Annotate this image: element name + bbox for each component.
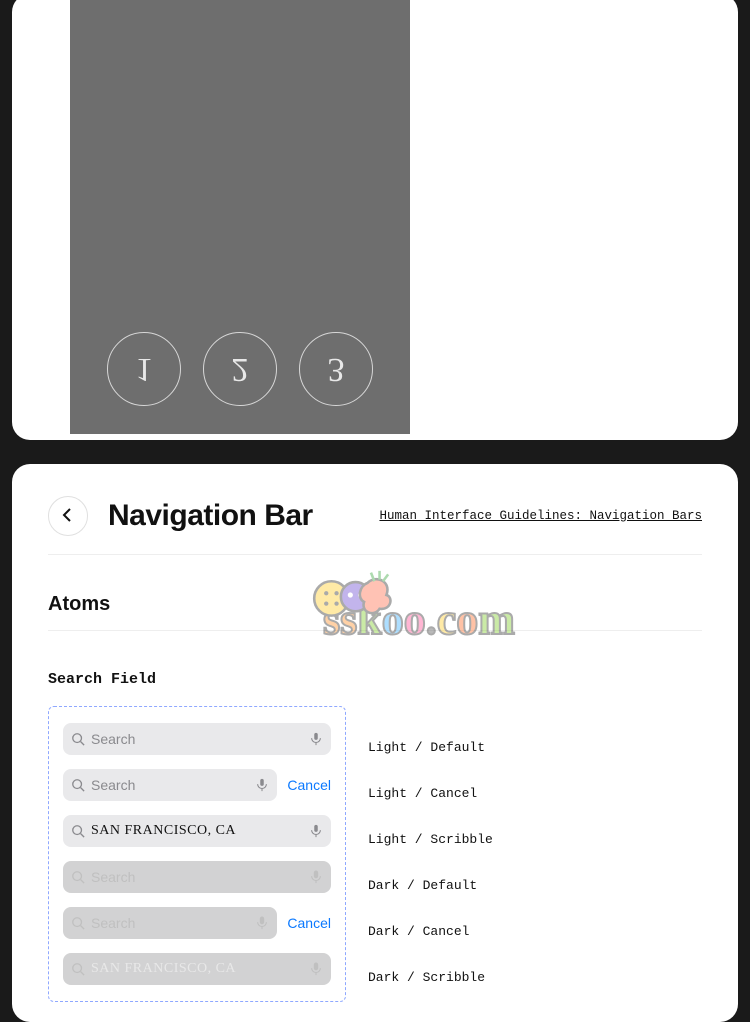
search-placeholder: Search xyxy=(91,869,303,885)
mic-icon[interactable] xyxy=(255,778,269,792)
device-preview-placeholder: 1 2 3 xyxy=(70,0,410,434)
mic-icon[interactable] xyxy=(309,824,323,838)
search-icon xyxy=(71,870,85,884)
search-field-light-cancel[interactable]: Search Cancel xyxy=(63,769,331,801)
variant-label: Dark / Scribble xyxy=(368,961,493,993)
mic-icon[interactable] xyxy=(309,732,323,746)
preview-card: 1 2 3 xyxy=(12,0,738,440)
search-icon xyxy=(71,962,85,976)
search-icon xyxy=(71,778,85,792)
search-scribble-value: SAN FRANCISCO, CA xyxy=(91,961,303,977)
search-field-light-scribble[interactable]: SAN FRANCISCO, CA xyxy=(63,815,331,847)
search-field-heading: Search Field xyxy=(48,671,702,688)
navigation-bar-card: Navigation Bar Human Interface Guideline… xyxy=(12,464,738,1022)
page-indicator: 1 xyxy=(107,332,181,406)
variant-label: Dark / Cancel xyxy=(368,915,493,947)
page-title: Navigation Bar xyxy=(108,499,313,533)
search-icon xyxy=(71,916,85,930)
back-button[interactable] xyxy=(48,496,88,536)
atoms-heading: Atoms xyxy=(48,593,702,631)
search-icon xyxy=(71,732,85,746)
page-indicator-row: 1 2 3 xyxy=(70,332,410,406)
page-indicator: 3 xyxy=(299,332,373,406)
section-header: Navigation Bar Human Interface Guideline… xyxy=(48,496,702,555)
variant-label: Dark / Default xyxy=(368,869,493,901)
mic-icon[interactable] xyxy=(309,870,323,884)
search-field-labels: Light / Default Light / Cancel Light / S… xyxy=(368,706,493,1002)
search-field-examples-container: Search Search Cancel SAN FRANCISCO, CA xyxy=(48,706,346,1002)
search-placeholder: Search xyxy=(91,915,249,931)
variant-label: Light / Cancel xyxy=(368,777,493,809)
search-icon xyxy=(71,824,85,838)
search-scribble-value: SAN FRANCISCO, CA xyxy=(91,823,303,839)
search-placeholder: Search xyxy=(91,777,249,793)
search-field-light-default[interactable]: Search xyxy=(63,723,331,755)
page-indicator: 2 xyxy=(203,332,277,406)
mic-icon[interactable] xyxy=(255,916,269,930)
search-field-dark-cancel[interactable]: Search Cancel xyxy=(63,907,331,939)
cancel-button[interactable]: Cancel xyxy=(287,915,331,931)
variant-label: Light / Default xyxy=(368,731,493,763)
chevron-left-icon xyxy=(62,506,74,527)
search-field-dark-scribble[interactable]: SAN FRANCISCO, CA xyxy=(63,953,331,985)
mic-icon[interactable] xyxy=(309,962,323,976)
search-placeholder: Search xyxy=(91,731,303,747)
variant-label: Light / Scribble xyxy=(368,823,493,855)
hig-link[interactable]: Human Interface Guidelines: Navigation B… xyxy=(379,509,702,523)
cancel-button[interactable]: Cancel xyxy=(287,777,331,793)
search-field-dark-default[interactable]: Search xyxy=(63,861,331,893)
